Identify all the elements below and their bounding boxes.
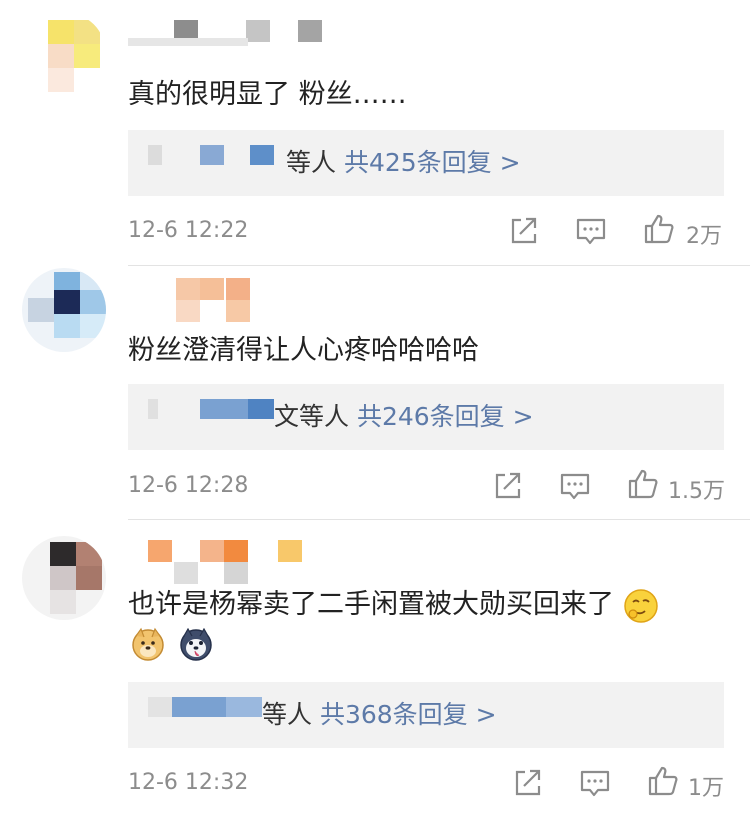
avatar[interactable]	[22, 268, 106, 352]
reply-count-link[interactable]: 共425条回复 >	[344, 148, 521, 177]
replies-preview[interactable]: 等人 共425条回复 >	[128, 130, 724, 196]
reply-user-blurred	[250, 145, 274, 165]
share-icon[interactable]	[490, 469, 524, 503]
reply-users-label: 文等人	[274, 402, 350, 431]
username-blurred[interactable]	[128, 16, 348, 50]
like-icon[interactable]	[642, 212, 676, 246]
share-icon[interactable]	[510, 766, 544, 800]
comment-text-content: 也许是杨幂卖了二手闲置被大勋买回来了	[128, 589, 614, 620]
share-icon[interactable]	[506, 214, 540, 248]
comment-item: 也许是杨幂卖了二手闲置被大勋买回来了 等人 共368条回复 > 12-6 12:…	[0, 520, 750, 816]
reply-user-blurred	[200, 399, 248, 419]
reply-user-blurred	[172, 697, 226, 717]
username-blurred[interactable]	[128, 540, 348, 584]
comment-icon[interactable]	[574, 214, 608, 248]
reply-count-link[interactable]: 共368条回复 >	[320, 700, 497, 729]
timestamp: 12-6 12:28	[128, 473, 249, 498]
like-count: 1.5万	[668, 479, 725, 504]
doge-emoji-icon	[132, 627, 164, 661]
username-blurred[interactable]	[128, 278, 348, 322]
replies-preview[interactable]: 等人 共368条回复 >	[128, 682, 724, 748]
reply-user-blurred	[148, 697, 172, 717]
comment-icon[interactable]	[558, 469, 592, 503]
husky-emoji-icon	[180, 627, 212, 661]
comment-text: 粉丝澄清得让人心疼哈哈哈哈	[128, 335, 479, 366]
reply-user-blurred	[200, 145, 224, 165]
reply-users-label: 等人	[286, 148, 337, 177]
thinking-emoji-icon	[623, 588, 658, 623]
reply-users-label: 等人	[262, 700, 313, 729]
comment-icon[interactable]	[578, 766, 612, 800]
like-icon[interactable]	[646, 764, 680, 798]
comment-text: 也许是杨幂卖了二手闲置被大勋买回来了	[128, 586, 659, 624]
comment-text: 真的很明显了 粉丝……	[128, 79, 407, 110]
timestamp: 12-6 12:32	[128, 770, 249, 795]
timestamp: 12-6 12:22	[128, 218, 249, 243]
like-count: 2万	[686, 224, 722, 249]
replies-preview[interactable]: 文等人 共246条回复 >	[128, 384, 724, 450]
reply-user-blurred	[226, 697, 262, 717]
like-icon[interactable]	[626, 467, 660, 501]
reply-user-blurred	[148, 145, 162, 165]
comment-item: 真的很明显了 粉丝…… 等人 共425条回复 > 12-6 12:22 2万	[0, 0, 750, 266]
reply-count-link[interactable]: 共246条回复 >	[357, 402, 534, 431]
reply-user-blurred	[248, 399, 274, 419]
avatar[interactable]	[22, 12, 106, 96]
avatar[interactable]	[22, 536, 106, 620]
reply-user-blurred	[148, 399, 158, 419]
like-count: 1万	[688, 776, 724, 801]
comment-item: 粉丝澄清得让人心疼哈哈哈哈 文等人 共246条回复 > 12-6 12:28 1…	[0, 266, 750, 520]
